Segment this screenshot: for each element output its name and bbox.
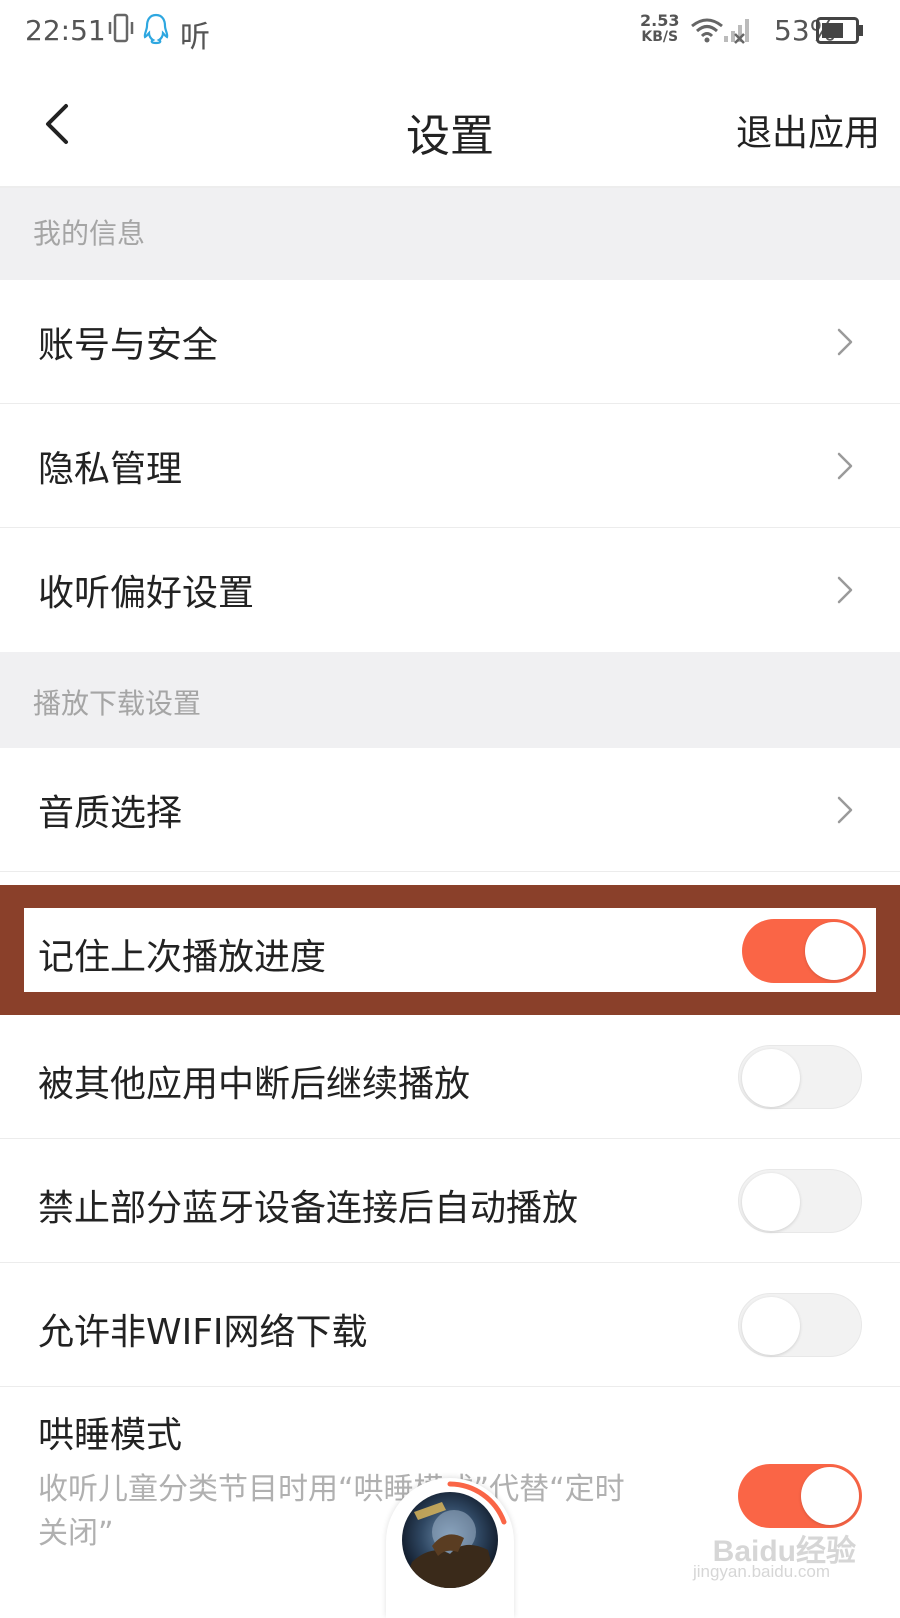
remember-progress-toggle[interactable] bbox=[742, 919, 866, 983]
chevron-right-icon bbox=[837, 452, 853, 480]
net-speed-value: 2.53 bbox=[640, 11, 680, 30]
status-time: 22:51 bbox=[25, 14, 106, 47]
settings-item-account-security[interactable]: 账号与安全 bbox=[0, 280, 900, 404]
settings-item-label: 禁止部分蓝牙设备连接后自动播放 bbox=[38, 1188, 579, 1229]
watermark-url: jingyan.baidu.com bbox=[692, 1562, 830, 1581]
section-header-playback: 播放下载设置 bbox=[0, 652, 900, 748]
settings-item-audio-quality[interactable]: 音质选择 bbox=[0, 748, 900, 872]
wifi-icon bbox=[690, 16, 724, 48]
settings-item-label: 账号与安全 bbox=[38, 325, 219, 366]
resume-after-interrupt-toggle[interactable] bbox=[738, 1045, 862, 1109]
section-title: 播放下载设置 bbox=[33, 687, 202, 720]
settings-item-non-wifi-download: 允许非WIFI网络下载 bbox=[0, 1263, 900, 1387]
settings-item-remember-progress: 记住上次播放进度 bbox=[24, 908, 876, 992]
settings-item-listening-preferences[interactable]: 收听偏好设置 bbox=[0, 528, 900, 652]
vibrate-icon bbox=[108, 12, 134, 50]
toggle-knob bbox=[805, 922, 863, 980]
settings-item-label: 记住上次播放进度 bbox=[38, 937, 327, 978]
app-header: 设置 退出应用 bbox=[0, 62, 900, 188]
settings-item-block-bluetooth-autoplay: 禁止部分蓝牙设备连接后自动播放 bbox=[0, 1139, 900, 1263]
section-title: 我的信息 bbox=[33, 217, 146, 250]
chevron-left-icon bbox=[46, 104, 68, 144]
section-header-my-info: 我的信息 bbox=[0, 188, 900, 280]
album-cover bbox=[402, 1492, 498, 1588]
chevron-right-icon bbox=[837, 328, 853, 356]
exit-app-button[interactable]: 退出应用 bbox=[736, 104, 880, 156]
mini-player-button[interactable] bbox=[386, 1478, 514, 1618]
settings-item-label: 隐私管理 bbox=[38, 449, 183, 490]
settings-item-label: 收听偏好设置 bbox=[38, 573, 255, 614]
settings-item-label: 允许非WIFI网络下载 bbox=[38, 1312, 368, 1353]
settings-item-label: 音质选择 bbox=[38, 793, 183, 834]
net-speed-unit: KB/S bbox=[641, 29, 679, 45]
chevron-right-icon bbox=[837, 576, 853, 604]
qq-icon bbox=[142, 12, 170, 50]
settings-item-privacy[interactable]: 隐私管理 bbox=[0, 404, 900, 528]
back-button[interactable] bbox=[40, 100, 80, 150]
block-bluetooth-autoplay-toggle[interactable] bbox=[738, 1169, 862, 1233]
lullaby-mode-toggle[interactable] bbox=[738, 1464, 862, 1528]
settings-item-resume-after-interrupt: 被其他应用中断后继续播放 bbox=[0, 1015, 900, 1139]
non-wifi-download-toggle[interactable] bbox=[738, 1293, 862, 1357]
battery-icon bbox=[816, 17, 864, 49]
settings-item-label: 被其他应用中断后继续播放 bbox=[38, 1064, 471, 1105]
toggle-knob bbox=[742, 1297, 800, 1355]
settings-item-description: 收听儿童分类节目时用“哄睡模式”代替“定时关闭” bbox=[38, 1472, 625, 1551]
listen-app-icon: 听 bbox=[180, 20, 210, 55]
net-speed: 2.53 KB/S bbox=[640, 12, 679, 46]
status-bar: 22:51 听 2.53 KB/S 53% bbox=[0, 0, 900, 62]
toggle-knob bbox=[801, 1467, 859, 1525]
signal-none-icon bbox=[722, 16, 750, 48]
chevron-right-icon bbox=[837, 796, 853, 824]
toggle-knob bbox=[742, 1173, 800, 1231]
toggle-knob bbox=[742, 1049, 800, 1107]
settings-item-label: 哄睡模式 bbox=[38, 1415, 183, 1456]
highlight-frame: 记住上次播放进度 bbox=[0, 885, 900, 1015]
